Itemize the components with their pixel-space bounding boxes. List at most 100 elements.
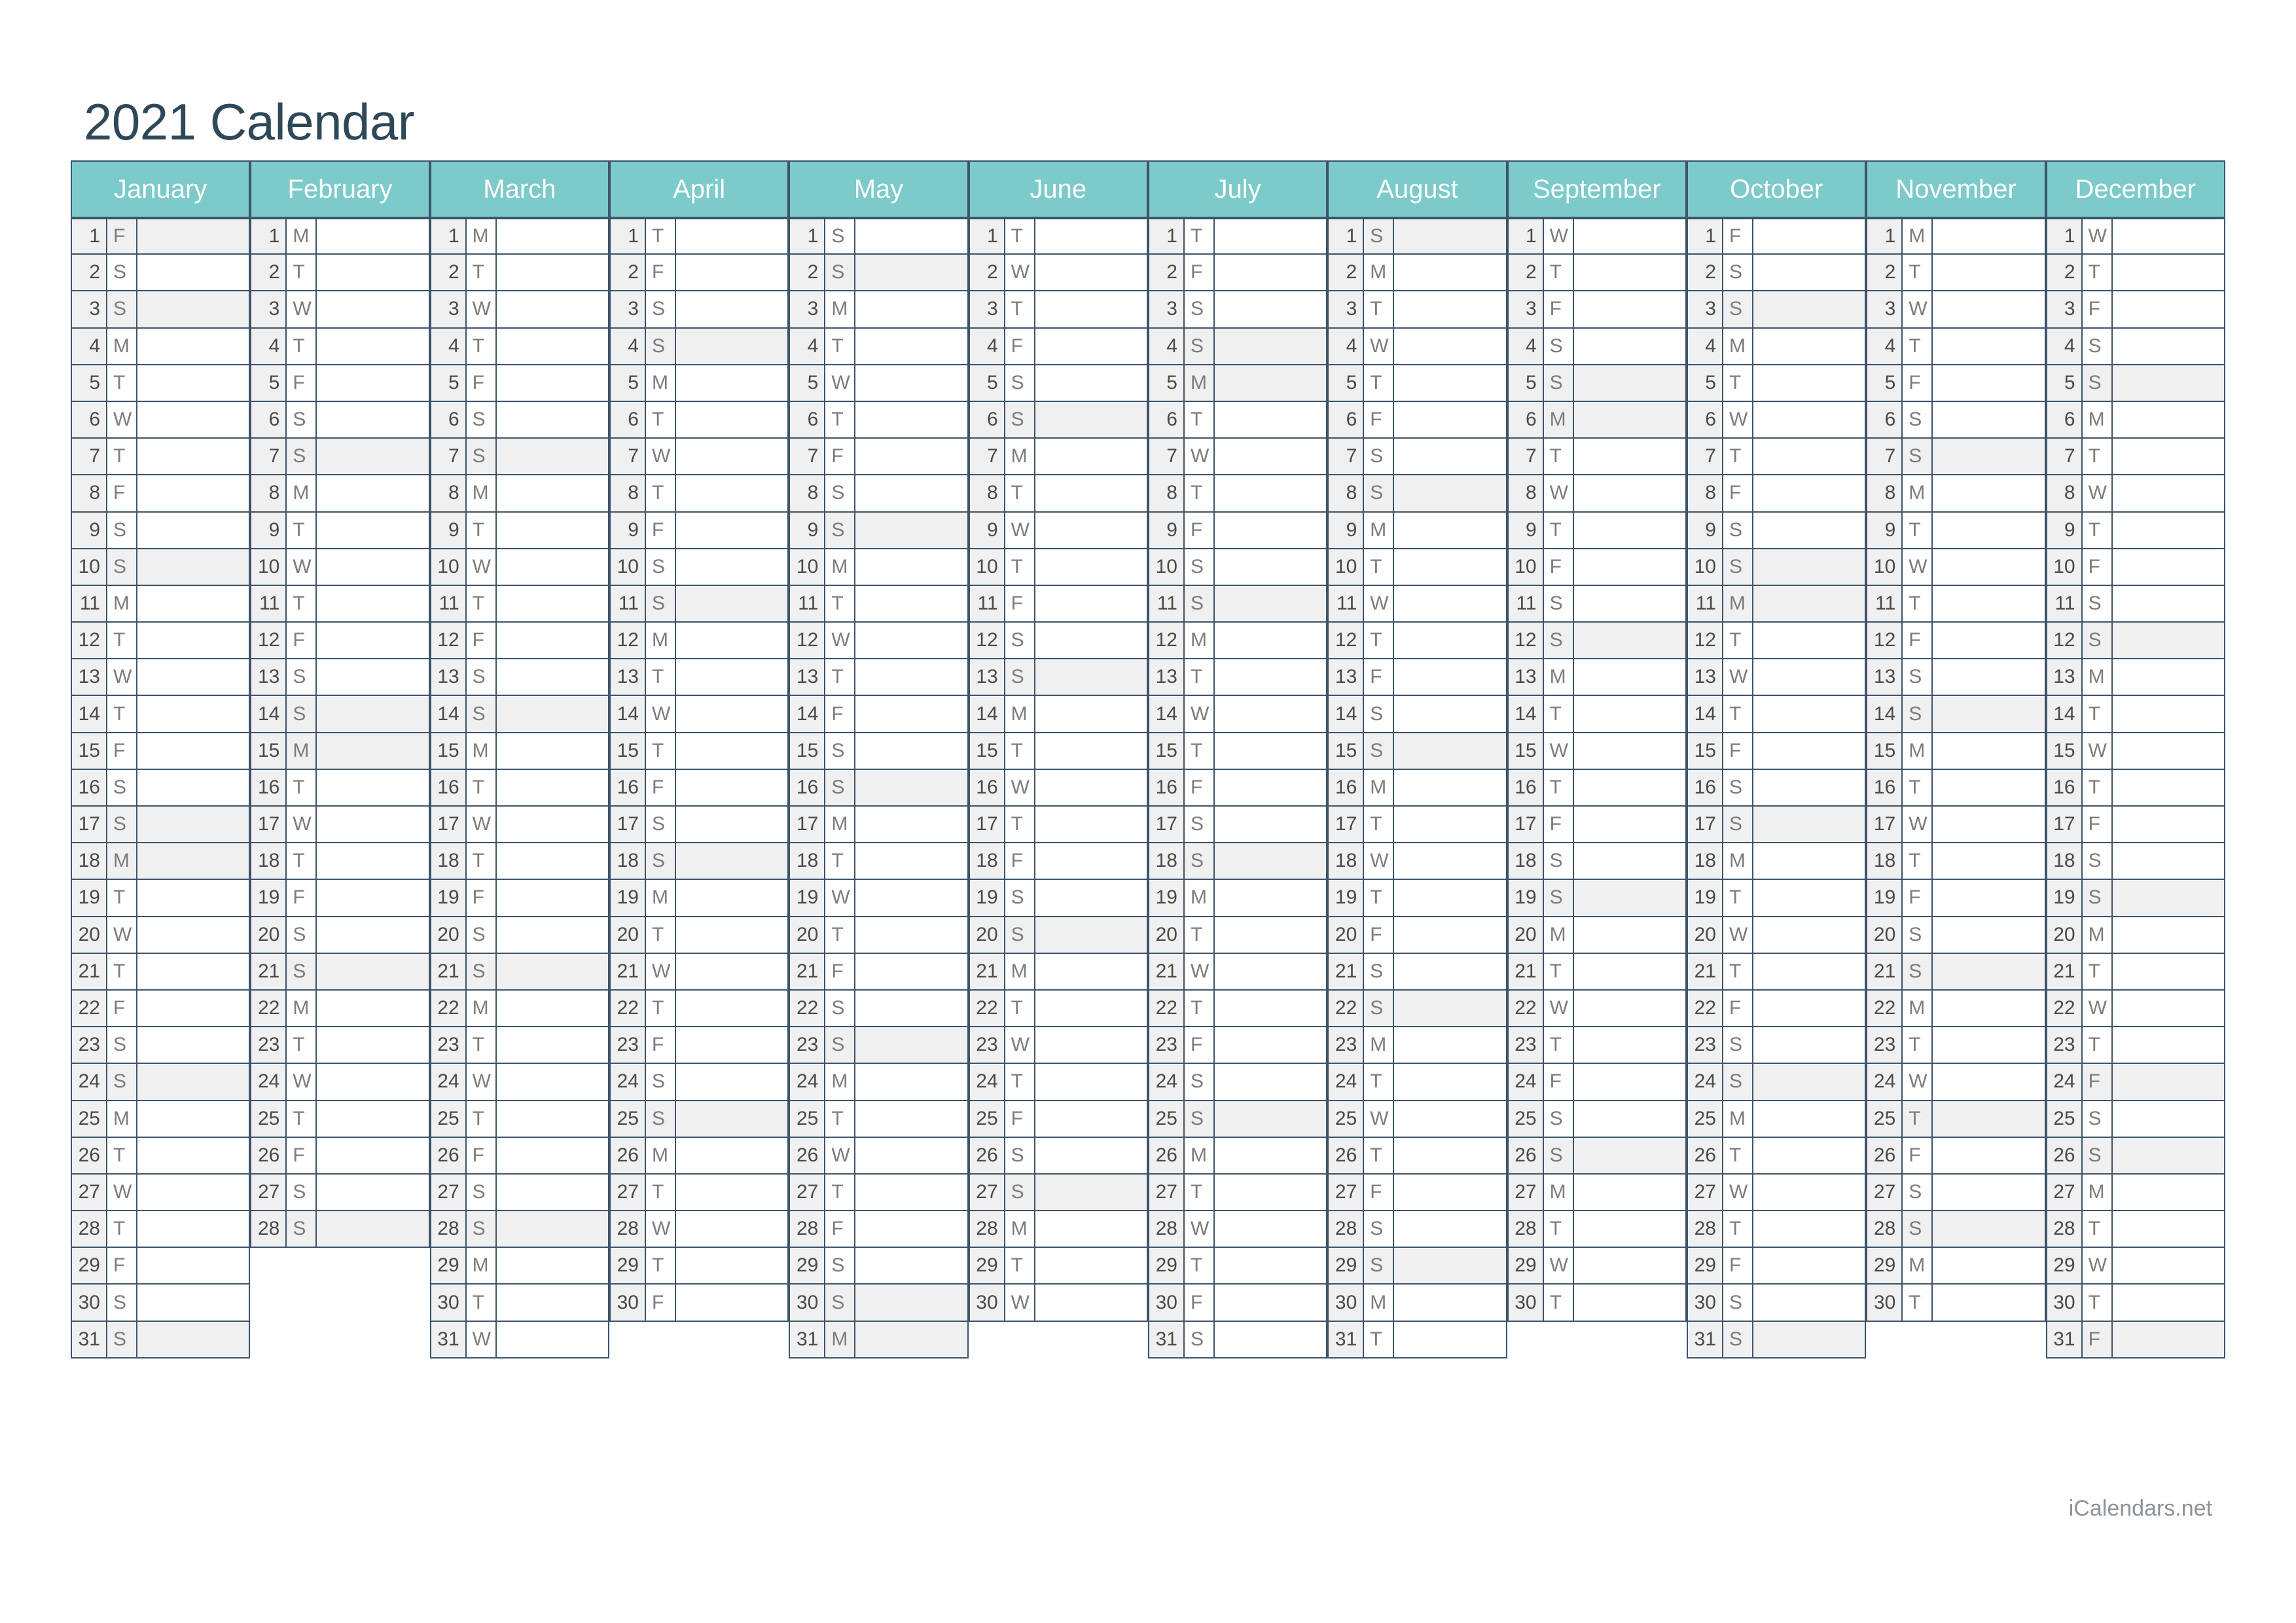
day-note-cell[interactable] bbox=[854, 512, 969, 549]
day-note-cell[interactable] bbox=[1393, 218, 1507, 255]
day-note-cell[interactable] bbox=[1213, 328, 1328, 365]
day-note-cell[interactable] bbox=[495, 880, 609, 917]
day-note-cell[interactable] bbox=[854, 401, 969, 439]
day-note-cell[interactable] bbox=[2111, 917, 2225, 954]
day-note-cell[interactable] bbox=[495, 696, 609, 733]
day-note-cell[interactable] bbox=[1393, 623, 1507, 660]
day-note-cell[interactable] bbox=[1033, 1064, 1148, 1101]
day-note-cell[interactable] bbox=[495, 1174, 609, 1212]
day-note-cell[interactable] bbox=[315, 807, 430, 844]
day-note-cell[interactable] bbox=[1751, 291, 1867, 329]
day-note-cell[interactable] bbox=[854, 218, 969, 255]
day-note-cell[interactable] bbox=[1213, 623, 1328, 660]
day-note-cell[interactable] bbox=[1033, 843, 1148, 881]
day-note-cell[interactable] bbox=[2111, 1174, 2225, 1212]
day-note-cell[interactable] bbox=[315, 769, 430, 807]
day-note-cell[interactable] bbox=[495, 1101, 609, 1138]
day-note-cell[interactable] bbox=[315, 475, 430, 513]
day-note-cell[interactable] bbox=[854, 1064, 969, 1101]
day-note-cell[interactable] bbox=[2111, 585, 2225, 623]
day-note-cell[interactable] bbox=[136, 549, 251, 586]
day-note-cell[interactable] bbox=[854, 696, 969, 733]
day-note-cell[interactable] bbox=[1213, 255, 1328, 292]
day-note-cell[interactable] bbox=[1213, 291, 1328, 329]
day-note-cell[interactable] bbox=[1931, 623, 2046, 660]
day-note-cell[interactable] bbox=[674, 1064, 789, 1101]
day-note-cell[interactable] bbox=[1931, 291, 2046, 329]
day-note-cell[interactable] bbox=[1751, 990, 1867, 1028]
day-note-cell[interactable] bbox=[136, 291, 251, 329]
day-note-cell[interactable] bbox=[2111, 1248, 2225, 1285]
day-note-cell[interactable] bbox=[1213, 1248, 1328, 1285]
day-note-cell[interactable] bbox=[2111, 1211, 2225, 1249]
day-note-cell[interactable] bbox=[1393, 843, 1507, 881]
day-note-cell[interactable] bbox=[1572, 990, 1687, 1028]
day-note-cell[interactable] bbox=[854, 659, 969, 697]
day-note-cell[interactable] bbox=[136, 1211, 251, 1249]
day-note-cell[interactable] bbox=[136, 401, 251, 439]
day-note-cell[interactable] bbox=[1213, 733, 1328, 770]
day-note-cell[interactable] bbox=[674, 733, 789, 770]
day-note-cell[interactable] bbox=[674, 623, 789, 660]
day-note-cell[interactable] bbox=[136, 512, 251, 549]
day-note-cell[interactable] bbox=[1033, 1248, 1148, 1285]
day-note-cell[interactable] bbox=[136, 733, 251, 770]
day-note-cell[interactable] bbox=[1751, 769, 1867, 807]
day-note-cell[interactable] bbox=[1751, 549, 1867, 586]
day-note-cell[interactable] bbox=[854, 328, 969, 365]
day-note-cell[interactable] bbox=[2111, 255, 2225, 292]
day-note-cell[interactable] bbox=[495, 659, 609, 697]
day-note-cell[interactable] bbox=[315, 1064, 430, 1101]
day-note-cell[interactable] bbox=[495, 328, 609, 365]
day-note-cell[interactable] bbox=[136, 659, 251, 697]
day-note-cell[interactable] bbox=[674, 365, 789, 402]
day-note-cell[interactable] bbox=[315, 917, 430, 954]
day-note-cell[interactable] bbox=[1931, 365, 2046, 402]
day-note-cell[interactable] bbox=[854, 769, 969, 807]
day-note-cell[interactable] bbox=[1213, 365, 1328, 402]
day-note-cell[interactable] bbox=[674, 1101, 789, 1138]
day-note-cell[interactable] bbox=[495, 953, 609, 991]
day-note-cell[interactable] bbox=[315, 733, 430, 770]
day-note-cell[interactable] bbox=[674, 880, 789, 917]
day-note-cell[interactable] bbox=[1572, 953, 1687, 991]
day-note-cell[interactable] bbox=[1572, 917, 1687, 954]
day-note-cell[interactable] bbox=[495, 1137, 609, 1175]
day-note-cell[interactable] bbox=[1751, 365, 1867, 402]
day-note-cell[interactable] bbox=[1034, 1322, 1148, 1359]
day-note-cell[interactable] bbox=[854, 1174, 969, 1212]
day-note-cell[interactable] bbox=[674, 1137, 789, 1175]
day-note-cell[interactable] bbox=[1393, 1101, 1507, 1138]
day-note-cell[interactable] bbox=[1213, 990, 1328, 1028]
day-note-cell[interactable] bbox=[136, 769, 251, 807]
day-note-cell[interactable] bbox=[1213, 549, 1328, 586]
day-note-cell[interactable] bbox=[1572, 255, 1687, 292]
day-note-cell[interactable] bbox=[1931, 255, 2046, 292]
day-note-cell[interactable] bbox=[1751, 807, 1867, 844]
day-note-cell[interactable] bbox=[1931, 1101, 2046, 1138]
day-note-cell[interactable] bbox=[1033, 1027, 1148, 1065]
day-note-cell[interactable] bbox=[315, 1137, 430, 1175]
day-note-cell[interactable] bbox=[1393, 291, 1507, 329]
day-note-cell[interactable] bbox=[1393, 328, 1507, 365]
day-note-cell[interactable] bbox=[2111, 401, 2225, 439]
day-note-cell[interactable] bbox=[136, 953, 251, 991]
day-note-cell[interactable] bbox=[854, 1137, 969, 1175]
day-note-cell[interactable] bbox=[495, 769, 609, 807]
day-note-cell[interactable] bbox=[495, 1027, 609, 1065]
day-note-cell[interactable] bbox=[1213, 1174, 1328, 1212]
day-note-cell[interactable] bbox=[674, 475, 789, 513]
day-note-cell[interactable] bbox=[1393, 990, 1507, 1028]
day-note-cell[interactable] bbox=[495, 512, 609, 549]
day-note-cell[interactable] bbox=[495, 255, 609, 292]
day-note-cell[interactable] bbox=[1751, 255, 1867, 292]
day-note-cell[interactable] bbox=[2111, 696, 2225, 733]
day-note-cell[interactable] bbox=[1213, 1101, 1328, 1138]
day-note-cell[interactable] bbox=[1393, 917, 1507, 954]
day-note-cell[interactable] bbox=[674, 1174, 789, 1212]
day-note-cell[interactable] bbox=[1033, 585, 1148, 623]
day-note-cell[interactable] bbox=[1751, 659, 1867, 697]
day-note-cell[interactable] bbox=[1213, 439, 1328, 476]
day-note-cell[interactable] bbox=[315, 401, 430, 439]
day-note-cell[interactable] bbox=[1572, 291, 1687, 329]
